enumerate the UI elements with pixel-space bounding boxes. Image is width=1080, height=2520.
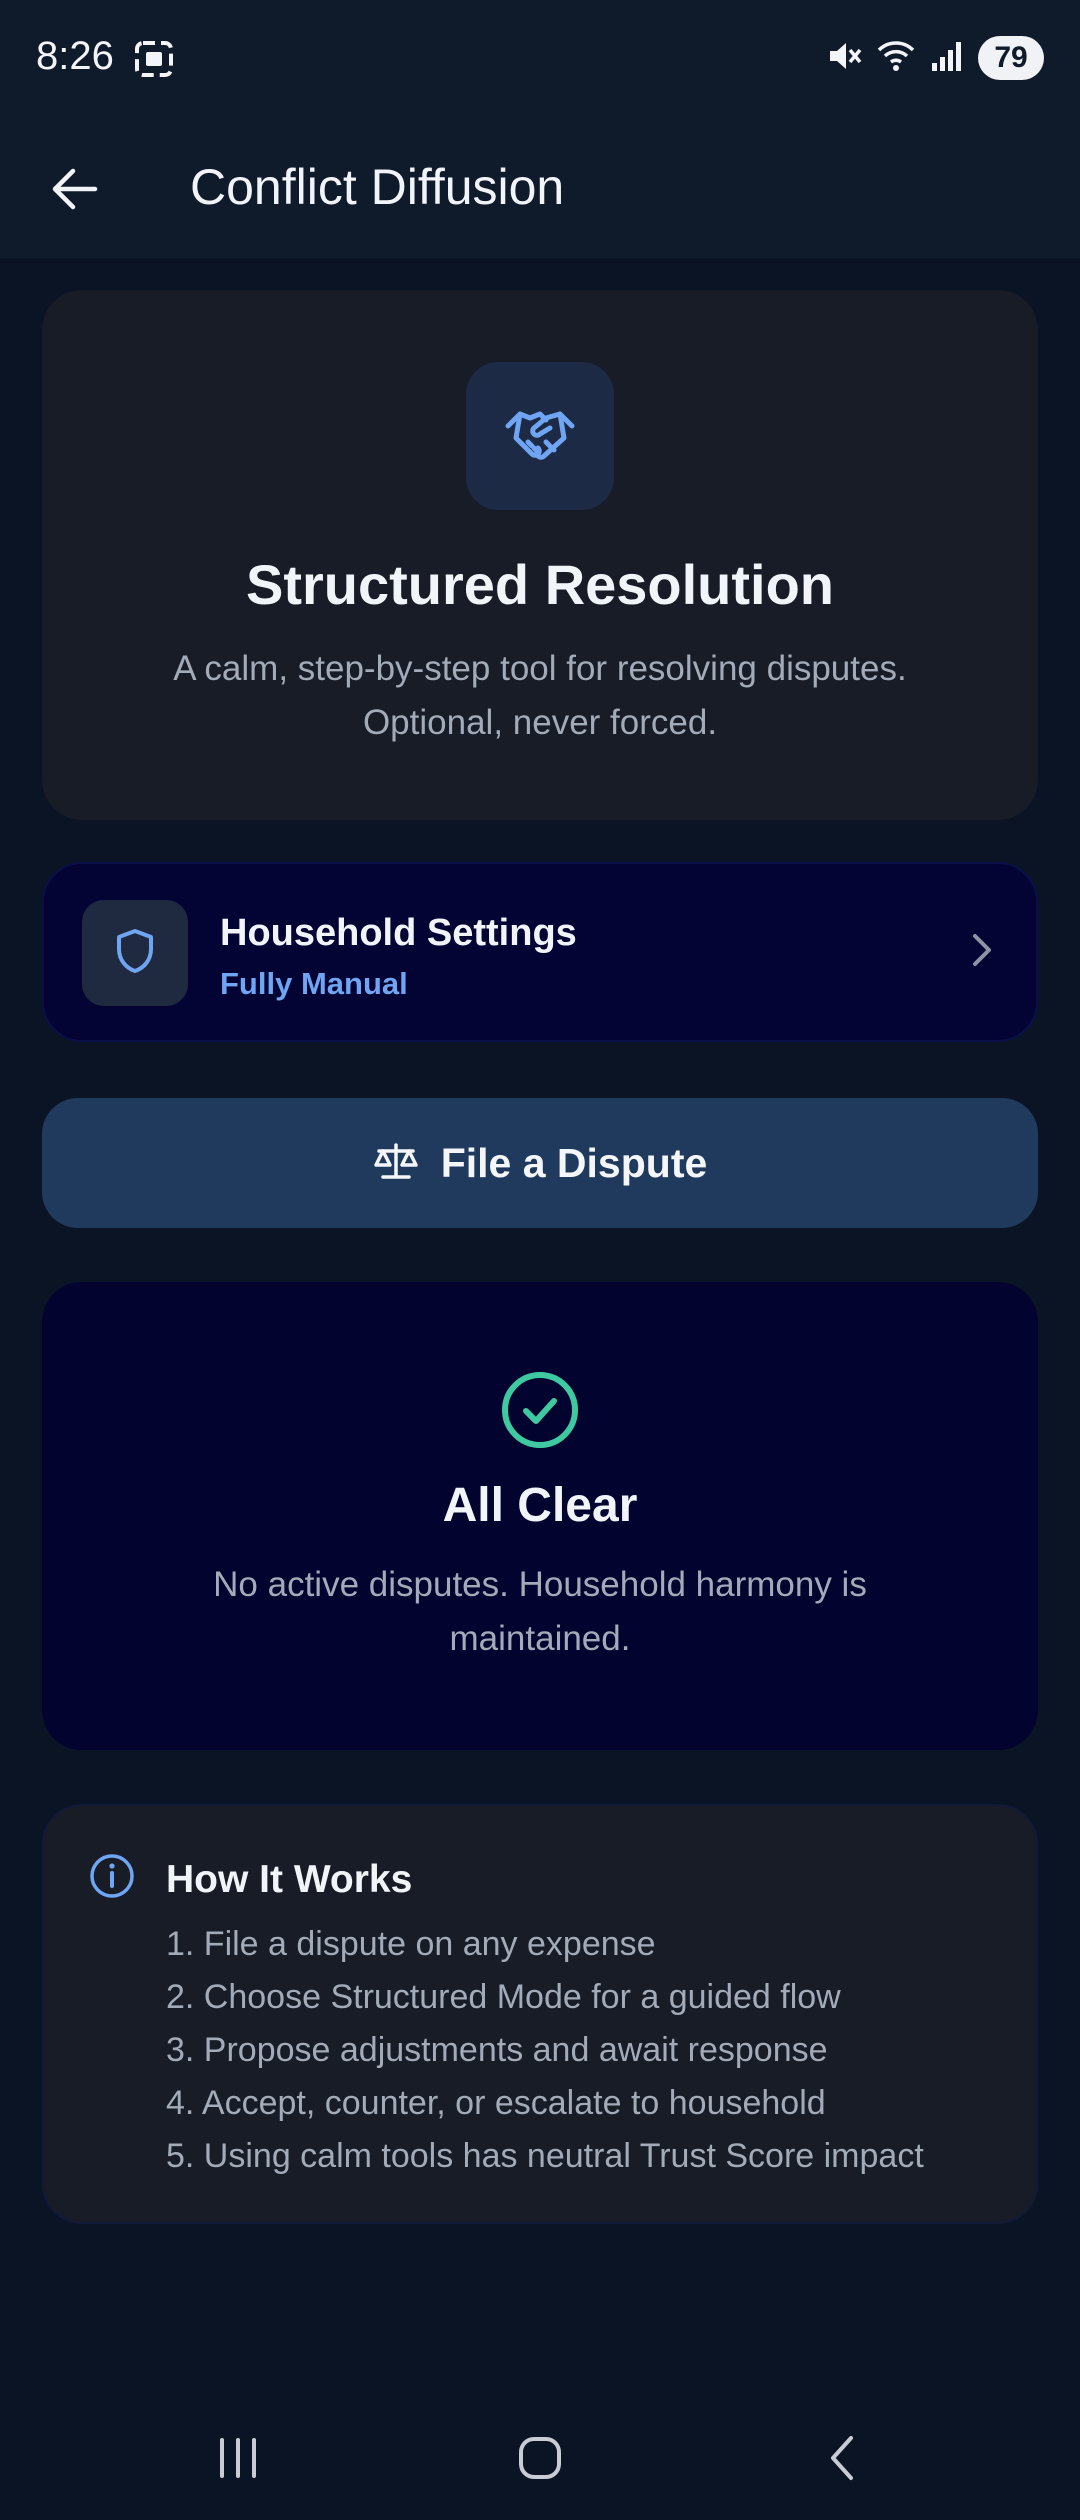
home-button[interactable]	[500, 2430, 580, 2490]
how-it-works-list: 1. File a dispute on any expense 2. Choo…	[166, 1918, 924, 2183]
recent-apps-icon	[216, 2437, 260, 2484]
signal-icon	[930, 39, 964, 78]
settings-value: Fully Manual	[220, 966, 408, 1001]
status-bar: 8:26 79	[0, 0, 1080, 120]
screenshot-icon	[134, 40, 174, 83]
hero-icon-box	[466, 362, 614, 510]
list-item: 5. Using calm tools has neutral Trust Sc…	[166, 2137, 924, 2175]
settings-icon-box	[82, 900, 188, 1006]
file-dispute-label: File a Dispute	[440, 1139, 708, 1186]
scale-icon	[373, 1141, 419, 1186]
arrow-left-icon	[51, 167, 99, 216]
recent-apps-button[interactable]	[198, 2430, 278, 2490]
household-settings-row[interactable]: Household Settings Fully Manual	[42, 862, 1038, 1042]
settings-title: Household Settings	[220, 912, 577, 954]
back-button[interactable]	[40, 156, 110, 226]
hero-card: Structured Resolution A calm, step-by-st…	[42, 290, 1038, 820]
status-time: 8:26	[36, 34, 114, 78]
list-item: 4. Accept, counter, or escalate to house…	[166, 2084, 826, 2122]
status-text: No active disputes. Household harmony is…	[213, 1565, 867, 1658]
hero-title: Structured Resolution	[245, 553, 835, 616]
list-item: 1. File a dispute on any expense	[166, 1925, 656, 1963]
file-dispute-button[interactable]: File a Dispute	[42, 1098, 1038, 1228]
how-it-works-title: How It Works	[166, 1858, 413, 1901]
battery-badge: 79	[978, 36, 1044, 80]
home-icon	[517, 2435, 563, 2486]
system-nav-bar	[0, 2400, 1080, 2520]
hero-subtitle: A calm, step-by-step tool for resolving …	[173, 649, 907, 742]
app-bar: Conflict Diffusion	[0, 120, 1080, 258]
list-item: 2. Choose Structured Mode for a guided f…	[166, 1978, 841, 2016]
status-title: All Clear	[442, 1479, 638, 1532]
shield-icon	[114, 927, 156, 980]
wifi-icon	[876, 38, 916, 79]
page-title: Conflict Diffusion	[190, 159, 565, 215]
nav-back-button[interactable]	[802, 2430, 882, 2490]
status-card: All Clear No active disputes. Household …	[42, 1282, 1038, 1750]
info-icon	[88, 1852, 136, 1905]
how-it-works-card: How It Works 1. File a dispute on any ex…	[42, 1804, 1038, 2224]
check-circle-icon	[500, 1370, 580, 1455]
mute-icon	[826, 38, 862, 79]
chevron-left-icon	[827, 2434, 857, 2487]
handshake-icon	[502, 396, 578, 477]
chevron-right-icon	[970, 930, 994, 975]
list-item: 3. Propose adjustments and await respons…	[166, 2031, 828, 2069]
